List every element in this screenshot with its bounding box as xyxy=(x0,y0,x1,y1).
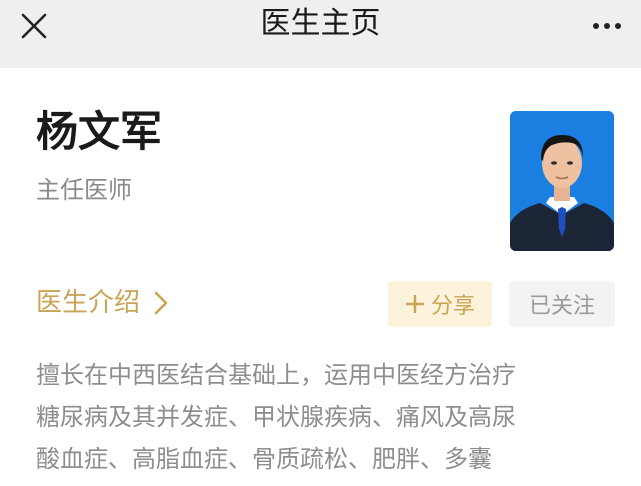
bio-line: 酸血症、高脂血症、骨质疏松、肥胖、多囊 xyxy=(36,445,492,473)
bio-line: 糖尿病及其并发症、甲状腺疾病、痛风及高尿 xyxy=(36,403,516,431)
doctor-photo xyxy=(510,111,614,251)
bio-line: 擅长在中西医结合基础上，运用中医经方治疗 xyxy=(36,361,516,389)
page-title: 医生主页 xyxy=(260,6,381,41)
intro-label: 医生介绍 xyxy=(36,288,141,318)
chevron-right-icon xyxy=(154,291,168,315)
doctor-intro-link[interactable]: 医生介绍 xyxy=(36,284,168,322)
share-button[interactable]: 分享 xyxy=(388,281,492,327)
more-dots-icon xyxy=(593,23,599,29)
doctor-bio: 擅长在中西医结合基础上，运用中医经方治疗 糖尿病及其并发症、甲状腺疾病、痛风及高… xyxy=(36,354,616,480)
share-label: 分享 xyxy=(430,294,475,319)
follow-button[interactable]: 已关注 xyxy=(509,281,615,327)
plus-icon xyxy=(405,295,424,313)
more-button[interactable] xyxy=(585,6,629,46)
top-navbar: 医生主页 xyxy=(0,0,641,68)
doctor-name: 杨文军 xyxy=(36,107,163,156)
doctor-title: 主任医师 xyxy=(36,176,132,204)
